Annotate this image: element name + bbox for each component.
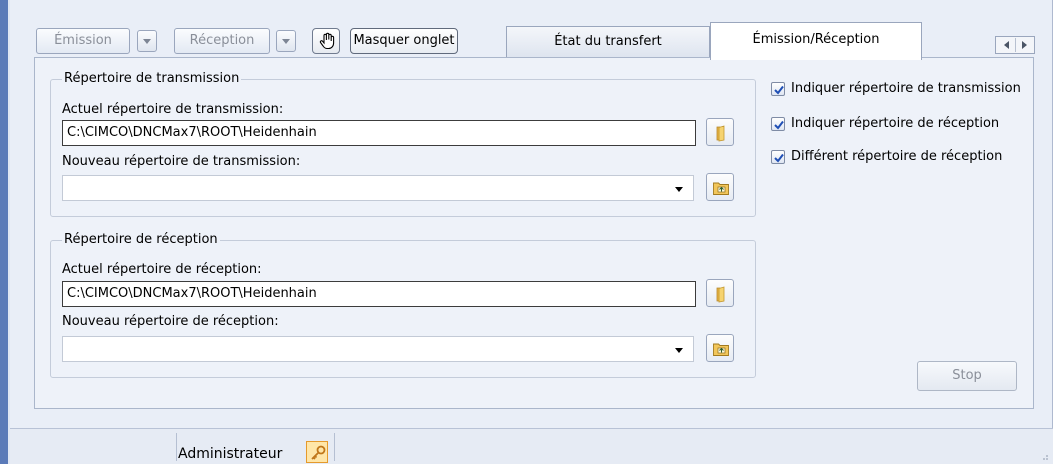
emission-dropdown-button[interactable] — [137, 30, 157, 52]
folder-icon — [716, 286, 725, 303]
checkbox-label: Différent répertoire de réception — [791, 149, 1003, 164]
status-user-label: Administrateur — [178, 446, 283, 462]
status-separator — [334, 433, 335, 461]
folder-up-icon — [713, 343, 729, 356]
masquer-onglet-button[interactable]: Masquer onglet — [350, 28, 458, 54]
hand-icon — [319, 32, 335, 50]
checkbox-box[interactable] — [771, 117, 785, 131]
reception-group-title: Répertoire de réception — [62, 232, 220, 247]
reception-current-label: Actuel répertoire de réception: — [62, 262, 262, 277]
chevron-down-icon[interactable] — [675, 348, 683, 353]
checkmark-icon — [774, 120, 784, 130]
folder-icon — [716, 125, 725, 142]
checkbox-box[interactable] — [771, 150, 785, 164]
reception-open-folder-button[interactable] — [706, 279, 734, 307]
reception-new-label: Nouveau répertoire de réception: — [62, 314, 279, 329]
checkmark-icon — [774, 153, 784, 163]
resize-grip-icon[interactable] — [1039, 451, 1049, 461]
transmission-group-title: Répertoire de transmission — [62, 71, 242, 86]
window-left-border — [0, 0, 8, 464]
checkbox-label: Indiquer répertoire de réception — [791, 116, 1000, 131]
folder-up-icon — [713, 182, 729, 195]
tab-scroll-divider — [1015, 38, 1016, 52]
tab-etat-du-transfert[interactable]: État du transfert — [506, 26, 710, 58]
chevron-down-icon[interactable] — [675, 187, 683, 192]
transmission-new-path-combo[interactable] — [62, 175, 694, 201]
reception-button[interactable]: Réception — [174, 28, 270, 54]
hand-button[interactable] — [312, 28, 340, 54]
reception-browse-folder-button[interactable] — [706, 334, 734, 362]
transmission-current-path-field[interactable]: C:\CIMCO\DNCMax7\ROOT\Heidenhain — [62, 120, 696, 146]
checkbox-label: Indiquer répertoire de transmission — [791, 81, 1021, 96]
chevron-down-icon — [282, 39, 290, 44]
checkmark-icon — [774, 85, 784, 95]
tab-emission-reception[interactable]: Émission/Réception — [710, 22, 922, 60]
reception-new-path-combo[interactable] — [62, 336, 694, 362]
scroll-left-icon[interactable] — [1004, 41, 1009, 49]
transmission-open-folder-button[interactable] — [706, 118, 734, 146]
reception-dropdown-button[interactable] — [276, 30, 296, 52]
scroll-right-icon[interactable] — [1022, 41, 1027, 49]
status-separator — [176, 433, 177, 461]
emission-button[interactable]: Émission — [36, 28, 130, 54]
status-bar — [10, 428, 1053, 464]
reception-current-path-field[interactable]: C:\CIMCO\DNCMax7\ROOT\Heidenhain — [62, 281, 696, 307]
transmission-current-label: Actuel répertoire de transmission: — [62, 102, 284, 117]
tab-scroll-buttons — [995, 36, 1035, 54]
checkbox-box[interactable] — [771, 82, 785, 96]
key-icon — [306, 441, 328, 463]
transmission-browse-folder-button[interactable] — [706, 173, 734, 201]
chevron-down-icon — [143, 39, 151, 44]
transmission-new-label: Nouveau répertoire de transmission: — [62, 154, 301, 169]
stop-button[interactable]: Stop — [917, 361, 1017, 391]
